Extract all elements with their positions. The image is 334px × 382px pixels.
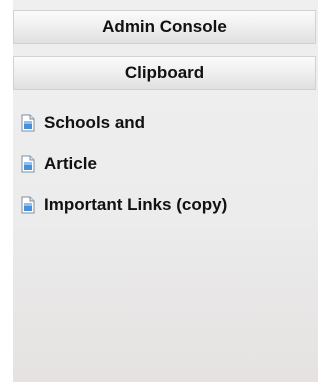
clipboard-panel: Admin Console Clipboard Schools and Arti… bbox=[13, 0, 318, 382]
clipboard-item-label: Important Links (copy) bbox=[44, 194, 228, 214]
document-icon bbox=[21, 196, 35, 213]
document-icon bbox=[21, 155, 35, 172]
clipboard-item-label: Schools and bbox=[44, 112, 146, 132]
document-icon bbox=[21, 114, 35, 131]
clipboard-header-button[interactable]: Clipboard bbox=[13, 56, 316, 90]
clipboard-item-article[interactable]: Article bbox=[13, 143, 318, 184]
clipboard-item-important-links[interactable]: Important Links (copy) bbox=[13, 184, 318, 225]
clipboard-item-label: Article bbox=[44, 153, 97, 173]
clipboard-item-schools[interactable]: Schools and bbox=[13, 102, 318, 143]
admin-console-button[interactable]: Admin Console bbox=[13, 10, 316, 44]
clipboard-item-list: Schools and Article Important Links (cop… bbox=[13, 102, 318, 225]
